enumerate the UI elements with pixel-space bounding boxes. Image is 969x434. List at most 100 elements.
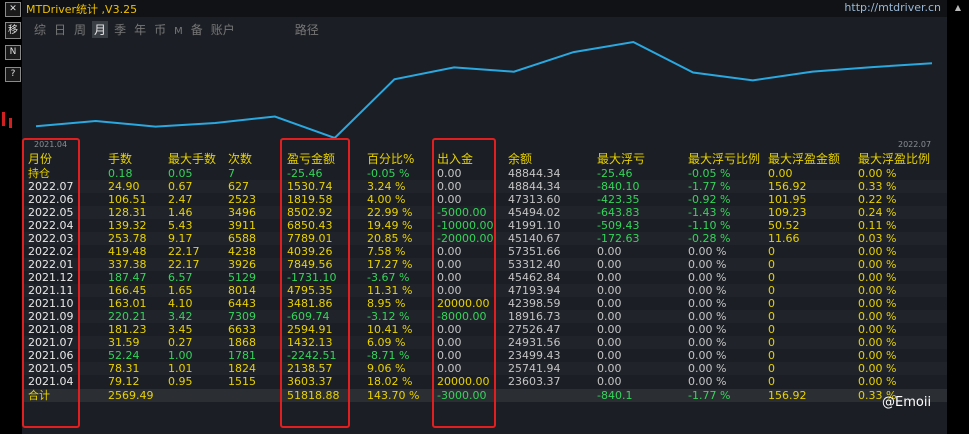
close-icon[interactable]: ✕ — [5, 2, 21, 17]
cell-month: 2022.06 — [28, 193, 74, 206]
move-button[interactable]: 移 — [5, 22, 21, 39]
column-header[interactable]: 最大浮盈金额 — [768, 152, 840, 166]
cell-pct: 11.31 % — [367, 284, 413, 297]
table-row[interactable]: 2022.06 106.51 2.47 2523 1819.58 4.00 % 0.00 47… — [22, 193, 947, 206]
column-header[interactable]: 次数 — [228, 152, 252, 166]
tab-7[interactable]: M — [172, 26, 185, 37]
tab-5[interactable]: 年 — [132, 21, 148, 38]
holding-row[interactable]: 持仓 0.18 0.05 7 -25.46 -0.05 % 0.00 48844.34 -25.… — [22, 167, 947, 180]
cell-max-loss-pct: 0.00 % — [688, 349, 727, 362]
watermark-text: @Emoii — [882, 395, 932, 410]
table-row[interactable]: 2022.02 419.48 22.17 4238 4039.26 7.58 % 0.00 5… — [22, 245, 947, 258]
cell-month: 2021.11 — [28, 284, 74, 297]
cell-month: 2021.08 — [28, 323, 74, 336]
table-row[interactable]: 2021.10 163.01 4.10 6443 3481.86 8.95 % 20000.… — [22, 297, 947, 310]
cell-max-gain-pct: 0.00 % — [858, 362, 897, 375]
table-row[interactable]: 2021.04 79.12 0.95 1515 3603.37 18.02 % 20000.… — [22, 375, 947, 388]
cell-max-loss-pct: 0.00 % — [688, 336, 727, 349]
cell-month: 2022.01 — [28, 258, 74, 271]
table-row[interactable]: 2021.07 31.59 0.27 1868 1432.13 6.09 % 0.00 249… — [22, 336, 947, 349]
cell-max-lots: 6.57 — [168, 271, 193, 284]
balance-chart: 2021.04 2022.07 — [22, 38, 947, 149]
table-row[interactable]: 2022.07 24.90 0.67 627 1530.74 3.24 % 0.00 4884… — [22, 180, 947, 193]
cell-max-gain-pct: 0.11 % — [858, 219, 897, 232]
cell-max-lots: 1.01 — [168, 362, 193, 375]
cell-pct: 7.58 % — [367, 245, 406, 258]
cell-count: 2523 — [228, 193, 256, 206]
cell-pct: 22.99 % — [367, 206, 413, 219]
cell-max-lots: 0.05 — [168, 167, 193, 180]
cell-count: 7309 — [228, 310, 256, 323]
table-row[interactable]: 2022.01 337.38 22.17 3926 7849.56 17.27 % 0.00… — [22, 258, 947, 271]
cell-pnl: -2242.51 — [287, 349, 337, 362]
chart-end-date: 2022.07 — [898, 140, 932, 149]
tab-8[interactable]: 备 — [189, 21, 205, 38]
cell-lots: 24.90 — [108, 180, 140, 193]
tab-4[interactable]: 季 — [112, 21, 128, 38]
column-header[interactable]: 最大手数 — [168, 152, 216, 166]
cell-lots: 181.23 — [108, 323, 147, 336]
cell-count: 7 — [228, 167, 235, 180]
column-header[interactable]: 最大浮亏 — [597, 152, 645, 166]
scrollbar-area[interactable]: ▲ — [947, 0, 969, 434]
cell-max-loss-pct: 0.00 % — [688, 297, 727, 310]
column-header[interactable]: 盈亏金额 — [287, 152, 335, 166]
table-row[interactable]: 2021.09 220.21 3.42 7309 -609.74 -3.12 % -8000… — [22, 310, 947, 323]
cell-max-loss-pct: -1.43 % — [688, 206, 731, 219]
cell-flow: 0.00 — [437, 284, 462, 297]
column-header[interactable]: 最大浮盈比例 — [858, 152, 930, 166]
site-link[interactable]: http://mtdriver.cn — [844, 1, 941, 14]
cell-flow: -10000.00 — [437, 219, 494, 232]
cell-max-lots: 1.00 — [168, 349, 193, 362]
tab-2[interactable]: 周 — [72, 21, 88, 38]
cell-max-lots: 5.43 — [168, 219, 193, 232]
table-row[interactable]: 2021.12 187.47 6.57 5129 -1731.10 -3.67 % 0.00… — [22, 271, 947, 284]
tab-6[interactable]: 币 — [152, 21, 168, 38]
cell-month: 2022.04 — [28, 219, 74, 232]
n-button[interactable]: N — [5, 45, 21, 60]
table-row[interactable]: 2021.08 181.23 3.45 6633 2594.91 10.41 % 0.00 2… — [22, 323, 947, 336]
cell-pnl: 1432.13 — [287, 336, 333, 349]
cell-max-gain: 109.23 — [768, 206, 807, 219]
cell-max-gain-pct: 0.00 % — [858, 297, 897, 310]
cell-pct: 17.27 % — [367, 258, 413, 271]
cell-count: 3911 — [228, 219, 256, 232]
table-row[interactable]: 2021.11 166.45 1.65 8014 4795.35 11.31 % 0.00 4… — [22, 284, 947, 297]
cell-pnl: 4039.26 — [287, 245, 333, 258]
tab-3[interactable]: 月 — [92, 21, 109, 38]
cell-max-gain: 0 — [768, 336, 775, 349]
cell-max-loss-pct: -0.92 % — [688, 193, 731, 206]
table-row[interactable]: 2022.03 253.78 9.17 6588 7789.01 20.85 % -2000… — [22, 232, 947, 245]
cell-pct: -8.71 % — [367, 349, 410, 362]
cell-lots: 139.32 — [108, 219, 147, 232]
column-header[interactable]: 月份 — [28, 152, 52, 166]
tab-9[interactable]: 账户 — [209, 21, 237, 38]
cell-max-gain-pct: 0.22 % — [858, 193, 897, 206]
cell-max-loss-pct: 0.00 % — [688, 310, 727, 323]
scroll-up-icon[interactable]: ▲ — [951, 3, 965, 15]
help-icon[interactable]: ? — [5, 67, 21, 82]
tab-1[interactable]: 日 — [52, 21, 68, 38]
cell-pnl: 7789.01 — [287, 232, 333, 245]
table-row[interactable]: 2022.05 128.31 1.46 3496 8502.92 22.99 % -5000… — [22, 206, 947, 219]
column-header[interactable]: 出入金 — [437, 152, 473, 166]
tab-10[interactable]: 路径 — [293, 21, 321, 38]
column-header[interactable]: 手数 — [108, 152, 132, 166]
column-header[interactable]: 百分比% — [367, 152, 414, 166]
cell-flow: 0.00 — [437, 193, 462, 206]
cell-flow: 0.00 — [437, 167, 462, 180]
balance-chart-svg — [35, 40, 933, 140]
table-row[interactable]: 2021.05 78.31 1.01 1824 2138.57 9.06 % 0.00 257… — [22, 362, 947, 375]
cell-month: 2021.10 — [28, 297, 74, 310]
column-header[interactable]: 最大浮亏比例 — [688, 152, 760, 166]
cell-pnl: 6850.43 — [287, 219, 333, 232]
table-row[interactable]: 2022.04 139.32 5.43 3911 6850.43 19.49 % -1000… — [22, 219, 947, 232]
total-row[interactable]: 合计 2569.49 51818.88 143.70 % -3000.00 -840.1 -… — [22, 389, 947, 402]
tab-0[interactable]: 综 — [32, 21, 48, 38]
cell-max-loss-pct: 0.00 % — [688, 375, 727, 388]
table-row[interactable]: 2021.06 52.24 1.00 1781 -2242.51 -8.71 % 0.00 2… — [22, 349, 947, 362]
cell-max-gain: 0 — [768, 258, 775, 271]
cell-month: 2021.12 — [28, 271, 74, 284]
cell-flow: -8000.00 — [437, 310, 487, 323]
column-header[interactable]: 余额 — [508, 152, 532, 166]
